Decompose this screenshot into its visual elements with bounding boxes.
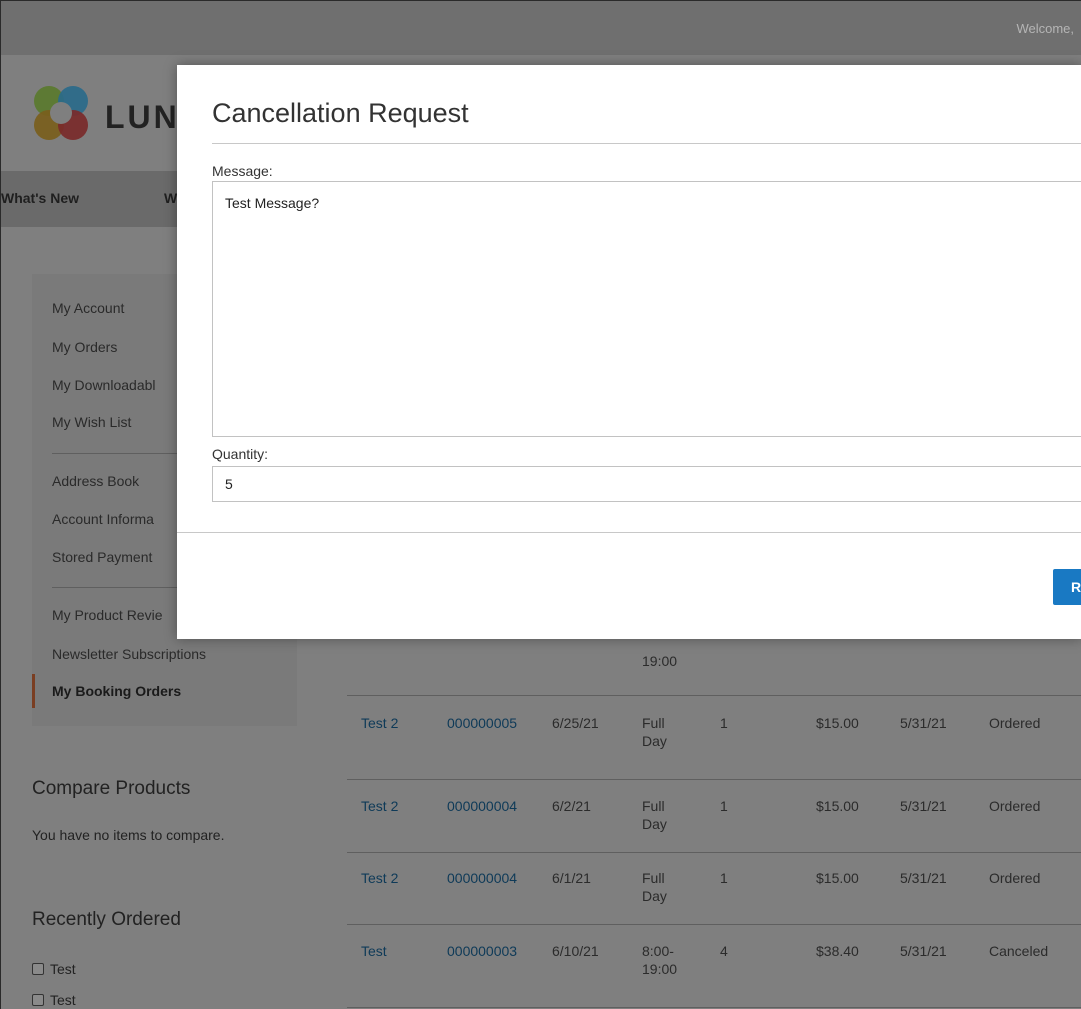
table-cell-time: Full — [642, 870, 665, 886]
table-cell-time: Day — [642, 816, 667, 832]
table-cell-date: 6/10/21 — [552, 943, 599, 959]
table-cell-status: Canceled — [989, 943, 1049, 959]
top-bar: Welcome, — [1, 1, 1081, 55]
table-row-divider — [347, 695, 1081, 696]
checkbox[interactable] — [32, 963, 44, 975]
sidebar-item-wish-list[interactable]: My Wish List — [52, 414, 131, 430]
table-cell-price: $38.40 — [816, 943, 859, 959]
sidebar-item-product-reviews[interactable]: My Product Revie — [52, 607, 162, 623]
table-cell-name-link[interactable]: Test 2 — [361, 869, 398, 887]
table-cell-time: 8:00- — [642, 943, 674, 959]
table-cell-order-link[interactable]: 000000004 — [447, 797, 517, 815]
table-cell-time: Day — [642, 888, 667, 904]
table-cell-time: 19:00 — [642, 653, 678, 669]
table-cell-status: Ordered — [989, 715, 1041, 731]
sidebar-item-my-orders[interactable]: My Orders — [52, 339, 117, 355]
nav-item-whats-new[interactable]: What's New — [1, 190, 79, 206]
table-cell-date: 6/1/21 — [552, 870, 591, 886]
sidebar-item-my-account[interactable]: My Account — [52, 300, 124, 316]
sidebar-item-stored-payment[interactable]: Stored Payment — [52, 549, 152, 565]
table-cell-name-link[interactable]: Test 2 — [361, 797, 398, 815]
table-row-divider — [347, 1007, 1081, 1008]
checkbox[interactable] — [32, 994, 44, 1006]
table-cell-time: 19:00 — [642, 961, 678, 977]
table-cell-date: 6/2/21 — [552, 798, 591, 814]
table-cell-price: $15.00 — [816, 715, 859, 731]
table-cell-order-link[interactable]: 000000003 — [447, 942, 517, 960]
quantity-label: Quantity: — [212, 446, 269, 462]
sidebar-item-booking-orders: My Booking Orders — [52, 683, 182, 699]
table-cell-price: $15.00 — [816, 870, 859, 886]
sidebar-item-downloadable[interactable]: My Downloadabl — [52, 377, 156, 393]
table-cell-created: 5/31/21 — [900, 798, 947, 814]
table-cell-status: Ordered — [989, 870, 1041, 886]
table-cell-qty: 1 — [720, 798, 728, 814]
table-cell-date: 6/25/21 — [552, 715, 599, 731]
sidebar-item-newsletter[interactable]: Newsletter Subscriptions — [52, 646, 206, 662]
brand-name[interactable]: LUN — [105, 99, 180, 136]
table-cell-qty: 1 — [720, 870, 728, 886]
cancellation-request-modal: Cancellation Request Message: Test Messa… — [177, 65, 1081, 639]
table-cell-qty: 4 — [720, 943, 728, 959]
table-cell-time: Full — [642, 715, 665, 731]
recently-ordered-item[interactable]: Test — [32, 992, 76, 1008]
table-cell-time: Day — [642, 733, 667, 749]
table-row-divider — [347, 924, 1081, 925]
table-cell-status: Ordered — [989, 798, 1041, 814]
sidebar-item-account-information[interactable]: Account Informa — [52, 511, 154, 527]
table-cell-time: Full — [642, 798, 665, 814]
table-cell-price: $15.00 — [816, 798, 859, 814]
compare-products-title: Compare Products — [32, 778, 191, 799]
modal-footer-divider — [177, 532, 1081, 533]
table-row-divider — [347, 779, 1081, 780]
message-label: Message: — [212, 163, 273, 179]
quantity-input[interactable] — [212, 466, 1081, 502]
current-item-indicator — [32, 674, 35, 708]
table-cell-name-link[interactable]: Test 2 — [361, 714, 398, 732]
compare-empty-text: You have no items to compare. — [32, 827, 225, 843]
message-textarea[interactable]: Test Message? — [212, 181, 1081, 437]
nav-item-women[interactable]: W — [164, 190, 177, 206]
table-cell-qty: 1 — [720, 715, 728, 731]
luma-logo-icon[interactable] — [31, 83, 91, 143]
table-cell-created: 5/31/21 — [900, 715, 947, 731]
welcome-text: Welcome, — [1016, 21, 1074, 36]
recently-ordered-item[interactable]: Test — [32, 961, 76, 977]
table-cell-created: 5/31/21 — [900, 943, 947, 959]
modal-header-divider — [212, 143, 1081, 144]
modal-title: Cancellation Request — [212, 98, 469, 128]
recently-ordered-title: Recently Ordered — [32, 909, 181, 930]
table-cell-order-link[interactable]: 000000004 — [447, 869, 517, 887]
table-cell-created: 5/31/21 — [900, 870, 947, 886]
table-cell-order-link[interactable]: 000000005 — [447, 714, 517, 732]
sidebar-item-address-book[interactable]: Address Book — [52, 473, 139, 489]
table-cell-name-link[interactable]: Test — [361, 942, 387, 960]
submit-request-button[interactable]: R — [1053, 569, 1081, 605]
table-row-divider — [347, 852, 1081, 853]
